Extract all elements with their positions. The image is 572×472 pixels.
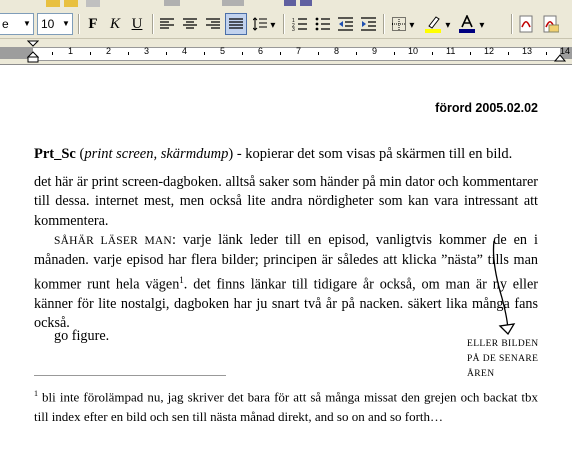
highlighter-icon <box>424 16 441 33</box>
pdf-icon <box>519 15 533 33</box>
align-left-icon <box>160 18 174 29</box>
ruler-tick <box>52 52 53 55</box>
bullet-list-icon <box>315 17 330 31</box>
ruler-number: 3 <box>144 46 150 56</box>
ruler-number: 1 <box>68 46 74 56</box>
ruler-number: 10 <box>408 46 419 56</box>
ruler-tick <box>204 52 205 55</box>
footnote-text: bli inte förolämpad nu, jag skriver det … <box>34 389 538 424</box>
decrease-indent-icon <box>337 17 353 31</box>
ruler-tick <box>242 52 243 55</box>
paragraph-2-lead: SÅHÄR LÄSER MAN <box>54 235 172 247</box>
ruler-number: 4 <box>182 46 188 56</box>
ruler-number: 7 <box>296 46 302 56</box>
ruler-tick <box>128 52 129 55</box>
ruler-number: 13 <box>522 46 533 56</box>
chevron-down-icon: ▾ <box>409 20 415 31</box>
ruler-tick <box>394 52 395 55</box>
ruler-tick <box>432 52 433 55</box>
line-spacing-icon <box>252 17 267 31</box>
font-color-button[interactable]: ▾ <box>455 13 487 35</box>
borders-button[interactable]: ▾ <box>387 13 419 35</box>
toolbar-top-icons <box>46 0 312 7</box>
font-color-swatch <box>458 29 475 33</box>
intro-paragraph[interactable]: Prt_Sc (print screen, skärmdump) - kopie… <box>34 145 538 164</box>
pdf-email-button[interactable] <box>539 13 561 35</box>
ruler-number: 12 <box>484 46 495 56</box>
decrease-indent-button[interactable] <box>334 13 356 35</box>
font-name-combo[interactable]: e ▼ <box>0 13 34 35</box>
annotation-line-1: ELLER BILDEN <box>467 339 539 349</box>
annotation-line-3: ÅREN <box>467 369 495 379</box>
chevron-down-icon: ▾ <box>479 20 485 31</box>
ruler-number: 9 <box>372 46 378 56</box>
ruler-tick <box>166 52 167 55</box>
pdf-convert-button[interactable] <box>515 13 537 35</box>
borders-icon <box>391 17 406 31</box>
ruler-tick <box>356 52 357 55</box>
intro-rest: ) - kopierar det som visas på skärmen ti… <box>228 146 513 162</box>
font-size-value: 10 <box>41 17 55 31</box>
paragraph-3[interactable]: go figure. <box>34 327 538 346</box>
bullet-list-button[interactable] <box>311 13 333 35</box>
numbered-list-icon: 123 <box>292 18 307 33</box>
right-indent-marker-icon[interactable] <box>554 52 566 62</box>
ruler-tick <box>470 52 471 55</box>
bold-button[interactable]: F <box>82 13 104 35</box>
ruler-tick <box>280 52 281 55</box>
pdf-email-icon <box>543 15 560 33</box>
justify-button[interactable] <box>225 13 247 35</box>
italic-button[interactable]: K <box>104 13 126 35</box>
line-spacing-button[interactable]: ▾ <box>249 13 279 35</box>
ruler-tick <box>318 52 319 55</box>
align-center-button[interactable] <box>179 13 201 35</box>
highlight-color-swatch <box>424 29 441 33</box>
indent-marker-icon[interactable] <box>27 39 39 64</box>
ruler-tick <box>546 52 547 55</box>
align-left-button[interactable] <box>156 13 178 35</box>
increase-indent-button[interactable] <box>357 13 379 35</box>
chevron-down-icon[interactable]: ▼ <box>21 14 33 34</box>
chevron-down-icon[interactable]: ▼ <box>60 14 72 34</box>
chevron-down-icon: ▾ <box>445 20 451 31</box>
ruler-number: 8 <box>334 46 340 56</box>
numbered-list-button[interactable]: 123 <box>288 13 310 35</box>
intro-term: Prt_Sc <box>34 146 76 162</box>
header-date: förord 2005.02.02 <box>435 101 538 115</box>
ruler-tick <box>508 52 509 55</box>
underline-button[interactable]: U <box>126 13 148 35</box>
footnote-separator <box>34 375 226 376</box>
paragraph-1[interactable]: det här är print screen-dagboken. alltså… <box>34 173 538 231</box>
horizontal-ruler[interactable]: 1 2 3 4 5 6 7 8 9 10 11 12 13 14 <box>0 39 572 65</box>
align-right-button[interactable] <box>202 13 224 35</box>
footnote[interactable]: 1 bli inte förolämpad nu, jag skriver de… <box>34 384 538 426</box>
ruler-number: 5 <box>220 46 226 56</box>
font-name-value: e <box>2 17 9 31</box>
ruler-tick <box>90 52 91 55</box>
font-color-icon <box>458 14 475 33</box>
ruler-number: 2 <box>106 46 112 56</box>
chevron-down-icon: ▾ <box>270 20 276 31</box>
ruler-number: 6 <box>258 46 264 56</box>
highlight-button[interactable]: ▾ <box>421 13 453 35</box>
align-center-icon <box>183 18 197 29</box>
increase-indent-icon <box>360 17 376 31</box>
intro-gloss: print screen, skärmdump <box>84 146 229 162</box>
handwritten-arrow <box>492 240 516 336</box>
ruler-number: 11 <box>446 46 456 56</box>
svg-text:3: 3 <box>292 27 295 31</box>
align-right-icon <box>206 18 220 29</box>
paragraph-2[interactable]: SÅHÄR LÄSER MAN: varje länk leder till e… <box>34 231 538 333</box>
font-size-combo[interactable]: 10 ▼ <box>37 13 73 35</box>
justify-icon <box>229 18 243 29</box>
annotation-line-2: PÅ DE SENARE <box>467 354 539 364</box>
formatting-toolbar: e ▼ 10 ▼ F K U ▾ 123 ▾ ▾ ▾ <box>0 0 572 39</box>
